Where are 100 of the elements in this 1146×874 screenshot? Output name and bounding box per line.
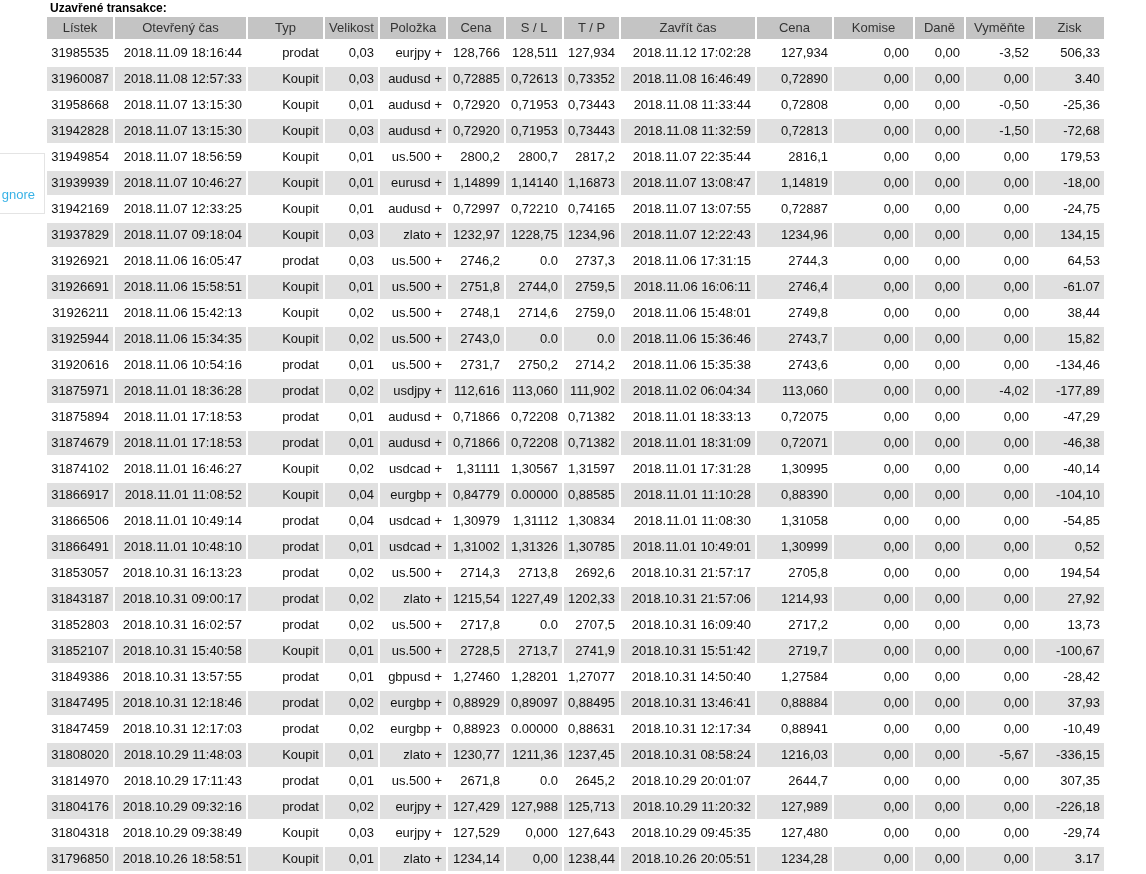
table-cell: prodat: [248, 379, 323, 403]
table-cell: 2744,0: [506, 275, 562, 299]
table-cell: Koupit: [248, 67, 323, 91]
table-cell: 0,88585: [564, 483, 619, 507]
table-cell: prodat: [248, 795, 323, 819]
table-cell: 0,00: [834, 847, 913, 871]
table-cell: usdjpy +: [380, 379, 446, 403]
table-cell: 1216,03: [757, 743, 832, 767]
table-cell: 2018.10.31 15:51:42: [621, 639, 755, 663]
table-cell: 2018.11.07 13:15:30: [115, 119, 246, 143]
table-cell: 2018.11.07 12:22:43: [621, 223, 755, 247]
table-cell: zlato +: [380, 743, 446, 767]
table-cell: 0,00: [834, 691, 913, 715]
table-cell: 0,00: [834, 483, 913, 507]
table-cell: 1,14819: [757, 171, 832, 195]
table-cell: 2018.11.07 09:18:04: [115, 223, 246, 247]
table-cell: Koupit: [248, 223, 323, 247]
table-cell: 0,00: [834, 223, 913, 247]
table-cell: 0,00: [915, 431, 964, 455]
table-cell: 2018.10.29 09:32:16: [115, 795, 246, 819]
table-cell: Koupit: [248, 639, 323, 663]
table-cell: zlato +: [380, 587, 446, 611]
column-header: S / L: [506, 17, 562, 39]
table-cell: 0,88884: [757, 691, 832, 715]
table-cell: 2741,9: [564, 639, 619, 663]
table-cell: 2018.10.31 12:18:46: [115, 691, 246, 715]
table-cell: 2018.11.08 12:57:33: [115, 67, 246, 91]
column-header: Velikost: [325, 17, 378, 39]
table-cell: 0,72890: [757, 67, 832, 91]
table-cell: 0,84779: [448, 483, 504, 507]
table-cell: 1234,96: [757, 223, 832, 247]
table-cell: 0,00: [834, 587, 913, 611]
table-cell: 2746,4: [757, 275, 832, 299]
table-cell: 0,00: [966, 431, 1033, 455]
table-cell: 0,72208: [506, 431, 562, 455]
table-cell: 0,03: [325, 119, 378, 143]
table-cell: 2719,7: [757, 639, 832, 663]
table-cell: audusd +: [380, 431, 446, 455]
table-cell: 0,00: [966, 535, 1033, 559]
table-cell: 31804176: [47, 795, 113, 819]
table-cell: 27,92: [1035, 587, 1104, 611]
table-cell: 0,00: [966, 483, 1033, 507]
table-cell: 2759,5: [564, 275, 619, 299]
table-cell: 0,00: [506, 847, 562, 871]
table-cell: 1215,54: [448, 587, 504, 611]
table-cell: 2018.10.31 15:40:58: [115, 639, 246, 663]
table-cell: 1238,44: [564, 847, 619, 871]
table-cell: 0,02: [325, 795, 378, 819]
table-cell: 0,00: [915, 223, 964, 247]
table-cell: 0,00: [966, 587, 1033, 611]
table-cell: 0,72071: [757, 431, 832, 455]
ignore-link[interactable]: gnore: [1, 187, 35, 202]
table-cell: 0,01: [325, 431, 378, 455]
table-cell: 2018.10.31 21:57:06: [621, 587, 755, 611]
table-cell: 0,01: [325, 171, 378, 195]
table-cell: 0,00: [834, 639, 913, 663]
table-cell: 0,02: [325, 587, 378, 611]
table-cell: eurgbp +: [380, 691, 446, 715]
table-cell: audusd +: [380, 67, 446, 91]
table-cell: 0,88495: [564, 691, 619, 715]
table-cell: 0,00: [966, 67, 1033, 91]
column-header: Komise: [834, 17, 913, 39]
table-cell: -18,00: [1035, 171, 1104, 195]
table-cell: 2018.10.31 08:58:24: [621, 743, 755, 767]
table-cell: usdcad +: [380, 535, 446, 559]
table-cell: 1232,97: [448, 223, 504, 247]
table-cell: 0,00: [915, 639, 964, 663]
table-cell: 0,71382: [564, 431, 619, 455]
table-cell: 2018.11.01 18:36:28: [115, 379, 246, 403]
table-cell: 0,00: [834, 171, 913, 195]
table-cell: 0,01: [325, 847, 378, 871]
table-cell: 31866917: [47, 483, 113, 507]
table-cell: 0,00: [966, 327, 1033, 351]
column-header: Položka: [380, 17, 446, 39]
table-cell: 0,00: [915, 327, 964, 351]
table-cell: 0,71953: [506, 119, 562, 143]
column-header: Zavřít čas: [621, 17, 755, 39]
table-cell: 127,429: [448, 795, 504, 819]
table-cell: 0,00: [915, 847, 964, 871]
table-cell: 1,31002: [448, 535, 504, 559]
table-cell: 2743,7: [757, 327, 832, 351]
table-cell: 1230,77: [448, 743, 504, 767]
table-cell: 1234,14: [448, 847, 504, 871]
table-cell: 2018.11.08 11:32:59: [621, 119, 755, 143]
table-cell: 15,82: [1035, 327, 1104, 351]
table-cell: 112,616: [448, 379, 504, 403]
table-cell: -336,15: [1035, 743, 1104, 767]
table-cell: -100,67: [1035, 639, 1104, 663]
table-cell: 2018.11.01 18:31:09: [621, 431, 755, 455]
table-cell: 127,988: [506, 795, 562, 819]
table-cell: 0,01: [325, 639, 378, 663]
table-cell: -61.07: [1035, 275, 1104, 299]
table-cell: 31874679: [47, 431, 113, 455]
table-cell: Koupit: [248, 483, 323, 507]
table-cell: -226,18: [1035, 795, 1104, 819]
table-cell: 127,989: [757, 795, 832, 819]
table-cell: 31808020: [47, 743, 113, 767]
table-cell: 2018.11.01 10:48:10: [115, 535, 246, 559]
table-cell: 1211,36: [506, 743, 562, 767]
table-cell: 0,71866: [448, 431, 504, 455]
